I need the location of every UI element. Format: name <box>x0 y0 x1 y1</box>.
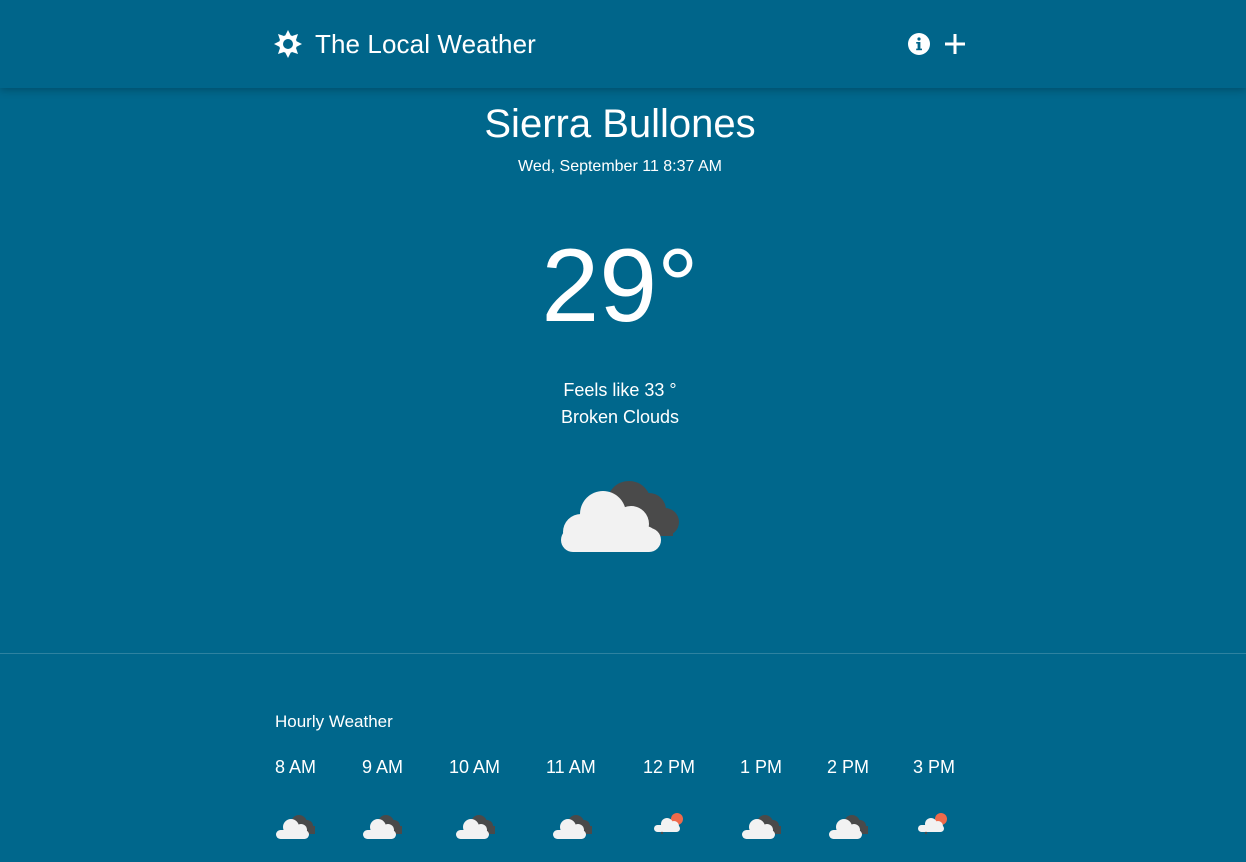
hour-label: 2 PM <box>827 757 870 777</box>
broken-clouds-icon <box>828 812 872 842</box>
hourly-item-9am: 9 AM <box>362 756 432 839</box>
broken-clouds-icon <box>559 476 683 556</box>
broken-clouds-icon <box>455 812 499 842</box>
hour-label: 1 PM <box>740 757 783 777</box>
hourly-item-3pm: 3 PM <box>913 756 983 835</box>
header-actions <box>907 30 967 58</box>
app-header: The Local Weather <box>0 0 1246 88</box>
weather-description: Broken Clouds <box>560 407 680 427</box>
hourly-item-2pm: 2 PM <box>827 756 897 839</box>
hourly-title: Hourly Weather <box>275 712 393 731</box>
partly-cloudy-icon <box>653 810 697 840</box>
section-divider <box>0 653 1246 654</box>
broken-clouds-icon <box>552 812 596 842</box>
partly-cloudy-icon <box>917 810 961 840</box>
brand: The Local Weather <box>273 27 536 61</box>
hourly-item-1pm: 1 PM <box>740 756 810 839</box>
hour-label: 11 AM <box>546 757 596 777</box>
hourly-item-10am: 10 AM <box>449 756 519 839</box>
feels-like: Feels like 33 ° <box>563 380 677 400</box>
plus-icon[interactable] <box>943 32 967 56</box>
app-title: The Local Weather <box>315 28 536 59</box>
hourly-item-11am: 11 AM <box>546 756 616 839</box>
location-name: Sierra Bullones <box>484 102 756 146</box>
current-datetime: Wed, September 11 8:37 AM <box>518 158 722 175</box>
hourly-item-12pm: 12 PM <box>643 756 713 835</box>
broken-clouds-icon <box>275 812 319 842</box>
broken-clouds-icon <box>741 812 785 842</box>
hourly-item-8am: 8 AM <box>275 756 345 839</box>
info-icon[interactable] <box>907 32 931 56</box>
current-temperature: 29° <box>541 228 699 344</box>
hour-label: 8 AM <box>275 757 317 777</box>
hour-label: 3 PM <box>913 757 956 777</box>
hour-label: 12 PM <box>643 757 696 777</box>
hour-label: 10 AM <box>449 757 501 777</box>
broken-clouds-icon <box>362 812 406 842</box>
sun-icon <box>273 29 303 59</box>
hour-label: 9 AM <box>362 757 404 777</box>
